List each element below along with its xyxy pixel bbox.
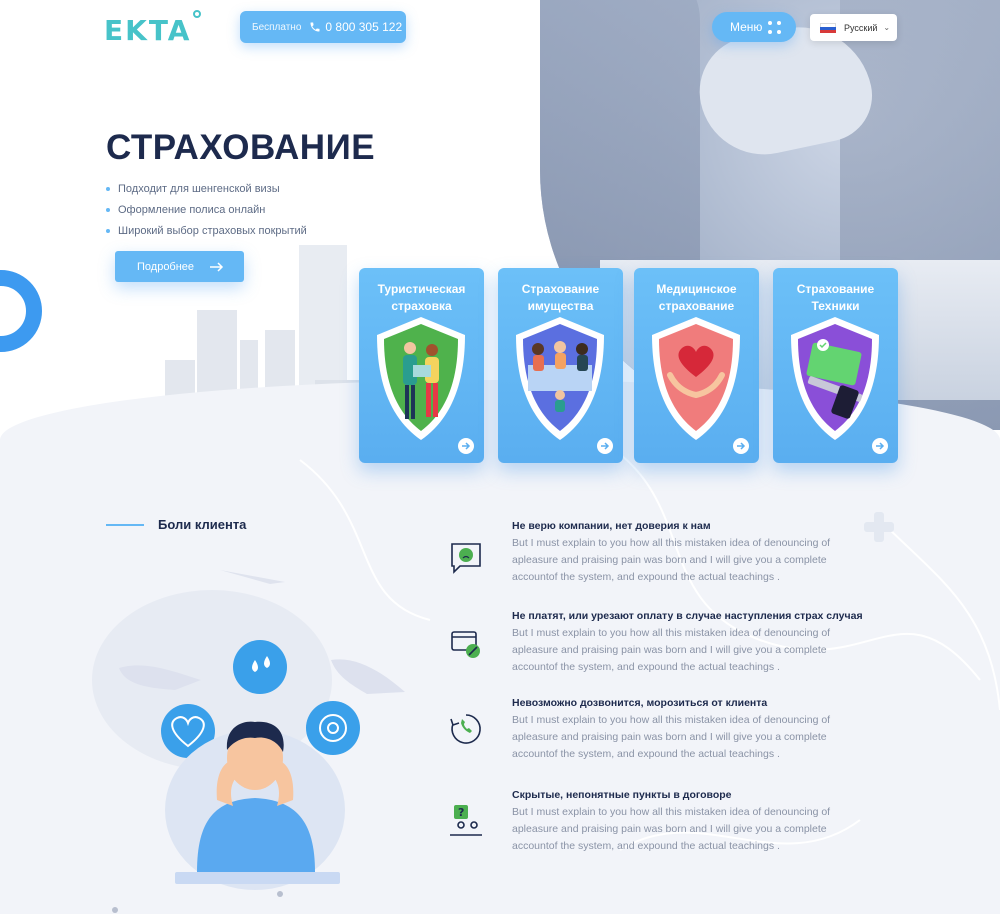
- svg-text:?: ?: [458, 806, 464, 819]
- chat-sad-face-icon: [451, 543, 481, 574]
- page: EKTA Бесплатно 0 800 305 122 Меню Русски…: [0, 0, 1000, 914]
- family-home-icon: [516, 317, 604, 440]
- language-select[interactable]: Русский ⌄: [810, 14, 897, 41]
- pain-title: Не платят, или урезают оплату в случае н…: [512, 610, 863, 622]
- pain-text: But I must explain to you how all this m…: [512, 537, 831, 583]
- card-title: Страхование имущества: [521, 282, 600, 313]
- free-call-label: Бесплатно: [252, 21, 302, 33]
- card-title: Туристическая страховка: [377, 282, 466, 313]
- pain-title: Скрытые, непонятные пункты в договоре: [512, 789, 732, 801]
- pain-text: But I must explain to you how all this m…: [512, 627, 831, 673]
- hero-bullet: Широкий выбор страховых покрытий: [106, 220, 307, 241]
- section-divider: [106, 524, 144, 526]
- hero-title: СТРАХОВАНИЕ: [106, 128, 376, 167]
- logo[interactable]: EKTA: [104, 10, 202, 47]
- card-medical-insurance[interactable]: Медицинское страхование: [634, 268, 759, 463]
- section-title: Боли клиента: [158, 517, 247, 532]
- travelers-icon: [377, 317, 465, 440]
- arrow-circle-icon[interactable]: [597, 438, 613, 454]
- more-button[interactable]: Подробнее: [115, 251, 244, 282]
- stressed-person-illustration: [112, 570, 405, 913]
- card-travel-insurance[interactable]: Туристическая страховка: [359, 268, 484, 463]
- arrow-right-icon: [210, 261, 224, 272]
- question-person-icon: ?: [450, 805, 482, 836]
- phone-icon: [310, 22, 320, 32]
- pain-title: Невозможно дозвонится, морозиться от кли…: [512, 697, 768, 709]
- hero-bullet: Оформление полиса онлайн: [106, 199, 307, 220]
- pain-text: But I must explain to you how all this m…: [512, 714, 831, 760]
- arrow-circle-icon[interactable]: [458, 438, 474, 454]
- heart-hands-icon: [652, 317, 740, 440]
- card-blocked-icon: [451, 631, 480, 658]
- russian-flag-icon: [820, 22, 836, 33]
- hero-bullets: Подходит для шенгенской визы Оформление …: [106, 178, 307, 241]
- phone-number: 0 800 305 122: [325, 20, 403, 34]
- phone-callback-icon: [450, 714, 481, 744]
- menu-label: Меню: [730, 20, 763, 34]
- card-property-insurance[interactable]: Страхование имущества: [498, 268, 623, 463]
- pain-title: Не верю компании, нет доверия к нам: [512, 520, 711, 532]
- grid-dots-icon: [768, 21, 782, 35]
- card-devices-insurance[interactable]: Страхование Техники: [773, 268, 898, 463]
- chevron-down-icon: ⌄: [883, 23, 891, 32]
- arrow-circle-icon[interactable]: [872, 438, 888, 454]
- card-title: Страхование Техники: [796, 282, 875, 313]
- hero-bullet: Подходит для шенгенской визы: [106, 178, 307, 199]
- phone-button[interactable]: Бесплатно 0 800 305 122: [240, 11, 406, 43]
- arrow-circle-icon[interactable]: [733, 438, 749, 454]
- card-title: Медицинское страхование: [656, 282, 737, 313]
- pain-text: But I must explain to you how all this m…: [512, 806, 831, 852]
- more-button-label: Подробнее: [137, 260, 195, 273]
- devices-icon: [791, 317, 879, 440]
- language-label: Русский: [844, 22, 878, 33]
- menu-button[interactable]: Меню: [712, 12, 796, 42]
